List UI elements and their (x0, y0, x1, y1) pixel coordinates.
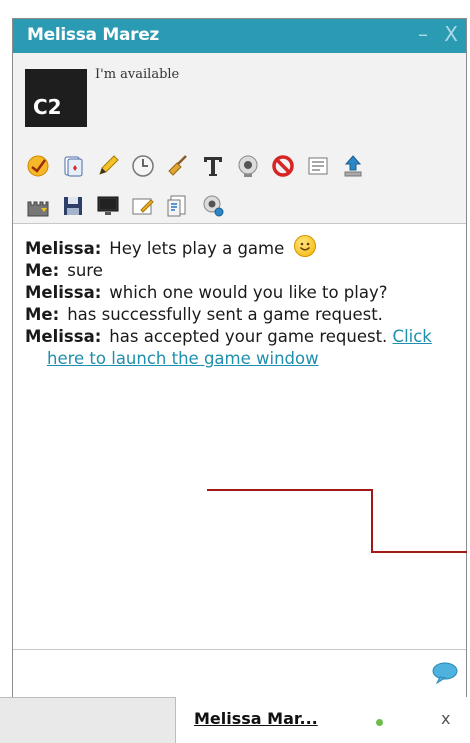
status-message: I'm available (95, 67, 180, 82)
message-sender: Melissa: (25, 327, 102, 346)
pencil-icon[interactable] (95, 153, 121, 179)
chat-taskbar: Melissa Mar... x (0, 697, 470, 743)
message-item: Melissa: Hey lets play a game (25, 235, 445, 260)
message-list: Melissa: Hey lets play a game Me: sure Mel… (25, 235, 445, 370)
message-text: sure (67, 261, 103, 280)
message-text: has successfully sent a game request. (67, 305, 383, 324)
card-game-icon[interactable] (60, 153, 86, 179)
clock-icon[interactable] (130, 153, 156, 179)
annotation-line-horizontal-2 (371, 551, 467, 553)
message-text: Hey lets play a game (109, 239, 285, 258)
save-icon[interactable] (60, 193, 86, 219)
castle-game-icon[interactable] (25, 193, 51, 219)
message-item: Melissa: has accepted your game request. … (25, 326, 445, 370)
message-item: Melissa: which one would you like to play… (25, 282, 445, 304)
text-format-icon[interactable] (200, 153, 226, 179)
chat-title: Melissa Marez (27, 25, 160, 45)
chat-window: Melissa Marez – X C2 I'm available Melis… (12, 18, 467, 698)
toolbar-row-1 (25, 153, 375, 179)
taskbar-empty-slot (0, 697, 176, 743)
message-text: has accepted your game request. (109, 327, 388, 346)
broom-icon[interactable] (165, 153, 191, 179)
taskbar-close-button[interactable]: x (441, 709, 450, 728)
message-sender: Melissa: (25, 283, 102, 302)
taskbar-chat-tab[interactable]: Melissa Mar... x (176, 697, 470, 743)
profile-area: C2 I'm available (13, 53, 466, 224)
minimize-button[interactable]: – (418, 22, 428, 46)
message-sender: Me: (25, 261, 60, 280)
emoticon-icon[interactable] (25, 153, 51, 179)
chat-bubble-icon[interactable] (432, 662, 458, 685)
message-sender: Melissa: (25, 239, 102, 258)
message-text: which one would you like to play? (109, 283, 388, 302)
toolbar-row-2 (25, 193, 235, 219)
document-icon[interactable] (165, 193, 191, 219)
upload-icon[interactable] (340, 153, 366, 179)
list-icon[interactable] (305, 153, 331, 179)
monitor-icon[interactable] (95, 193, 121, 219)
avatar-text: C2 (33, 95, 62, 119)
window-controls: – X (408, 22, 458, 46)
whiteboard-icon[interactable] (130, 193, 156, 219)
taskbar-tab-label[interactable]: Melissa Mar... (194, 709, 318, 728)
message-sender: Me: (25, 305, 60, 324)
chat-titlebar[interactable]: Melissa Marez – X (13, 19, 466, 53)
avatar: C2 (25, 69, 87, 127)
message-input[interactable] (21, 658, 425, 688)
message-item: Me: has successfully sent a game request. (25, 304, 445, 326)
smile-emoticon-icon (293, 235, 316, 257)
webcam-icon[interactable] (235, 153, 261, 179)
online-status-icon (376, 719, 383, 726)
annotation-line-horizontal-1 (207, 489, 373, 491)
webcam-search-icon[interactable] (200, 193, 226, 219)
block-icon[interactable] (270, 153, 296, 179)
annotation-line-vertical (371, 489, 373, 553)
close-button[interactable]: X (444, 22, 458, 46)
message-input-area (13, 649, 466, 698)
message-item: Me: sure (25, 260, 445, 282)
